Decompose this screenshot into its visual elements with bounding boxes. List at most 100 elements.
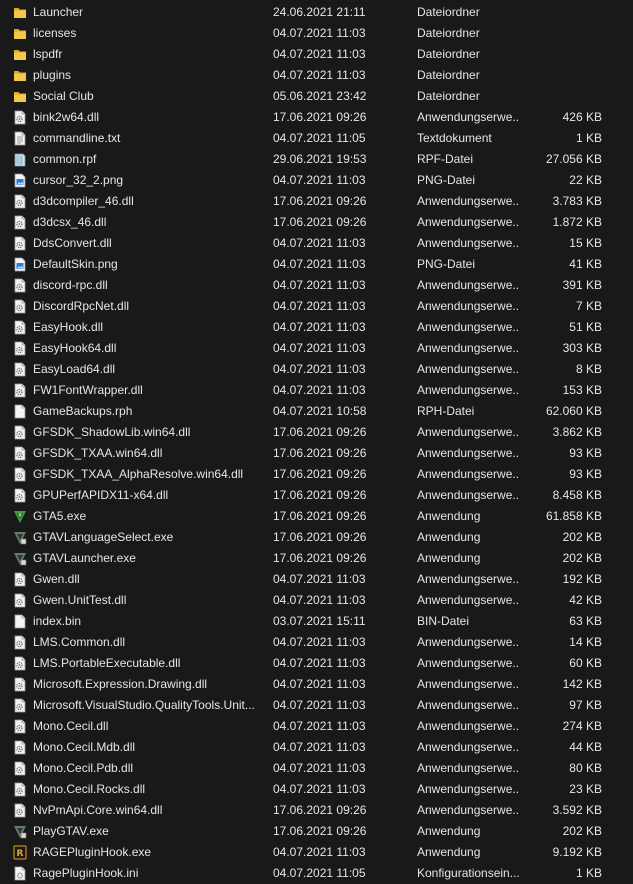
file-row[interactable]: R RAGEPluginHook.exe 04.07.2021 11:03 An… (0, 842, 633, 863)
file-name[interactable]: Microsoft.Expression.Drawing.dll (33, 674, 265, 695)
file-row[interactable]: GTAVLanguageSelect.exe 17.06.2021 09:26 … (0, 527, 633, 548)
file-row[interactable]: discord-rpc.dll 04.07.2021 11:03 Anwendu… (0, 275, 633, 296)
file-row[interactable]: Mono.Cecil.Mdb.dll 04.07.2021 11:03 Anwe… (0, 737, 633, 758)
file-row[interactable]: GPUPerfAPIDX11-x64.dll 17.06.2021 09:26 … (0, 485, 633, 506)
file-name[interactable]: d3dcsx_46.dll (33, 212, 265, 233)
file-type: Anwendungserwe... (417, 278, 520, 292)
file-date: 04.07.2021 11:03 (273, 26, 366, 40)
file-name[interactable]: commandline.txt (33, 128, 265, 149)
file-row[interactable]: GFSDK_TXAA_AlphaResolve.win64.dll 17.06.… (0, 464, 633, 485)
file-date: 04.07.2021 11:03 (273, 761, 366, 775)
file-size: 23 KB (569, 782, 602, 796)
file-name[interactable]: licenses (33, 23, 265, 44)
dll-file-icon (13, 320, 27, 335)
file-row[interactable]: lspdfr 04.07.2021 11:03 Dateiordner (0, 44, 633, 65)
file-size: 51 KB (569, 320, 602, 334)
file-name[interactable]: cursor_32_2.png (33, 170, 265, 191)
file-row[interactable]: NvPmApi.Core.win64.dll 17.06.2021 09:26 … (0, 800, 633, 821)
file-row[interactable]: V GTA5.exe 17.06.2021 09:26 Anwendung 61… (0, 506, 633, 527)
file-row[interactable]: EasyLoad64.dll 04.07.2021 11:03 Anwendun… (0, 359, 633, 380)
file-name[interactable]: d3dcompiler_46.dll (33, 191, 265, 212)
file-row[interactable]: RagePluginHook.ini 04.07.2021 11:05 Konf… (0, 863, 633, 884)
file-name[interactable]: GFSDK_ShadowLib.win64.dll (33, 422, 265, 443)
file-name[interactable]: EasyHook.dll (33, 317, 265, 338)
file-row[interactable]: cursor_32_2.png 04.07.2021 11:03 PNG-Dat… (0, 170, 633, 191)
file-row[interactable]: PlayGTAV.exe 17.06.2021 09:26 Anwendung … (0, 821, 633, 842)
file-row[interactable]: FW1FontWrapper.dll 04.07.2021 11:03 Anwe… (0, 380, 633, 401)
file-name[interactable]: GFSDK_TXAA.win64.dll (33, 443, 265, 464)
file-row[interactable]: EasyHook.dll 04.07.2021 11:03 Anwendungs… (0, 317, 633, 338)
file-type: Anwendungserwe... (417, 299, 520, 313)
file-row[interactable]: Microsoft.VisualStudio.QualityTools.Unit… (0, 695, 633, 716)
file-name[interactable]: GPUPerfAPIDX11-x64.dll (33, 485, 265, 506)
file-row[interactable]: index.bin 03.07.2021 15:11 BIN-Datei 63 … (0, 611, 633, 632)
file-name[interactable]: RAGEPluginHook.exe (33, 842, 265, 863)
file-row[interactable]: d3dcsx_46.dll 17.06.2021 09:26 Anwendung… (0, 212, 633, 233)
file-name[interactable]: Microsoft.VisualStudio.QualityTools.Unit… (33, 695, 265, 716)
file-row[interactable]: Mono.Cecil.dll 04.07.2021 11:03 Anwendun… (0, 716, 633, 737)
file-name[interactable]: index.bin (33, 611, 265, 632)
file-row[interactable]: Mono.Cecil.Rocks.dll 04.07.2021 11:03 An… (0, 779, 633, 800)
file-row[interactable]: LMS.PortableExecutable.dll 04.07.2021 11… (0, 653, 633, 674)
file-name[interactable]: Mono.Cecil.Mdb.dll (33, 737, 265, 758)
file-name[interactable]: NvPmApi.Core.win64.dll (33, 800, 265, 821)
file-name[interactable]: Gwen.dll (33, 569, 265, 590)
file-name[interactable]: DefaultSkin.png (33, 254, 265, 275)
file-row[interactable]: GFSDK_TXAA.win64.dll 17.06.2021 09:26 An… (0, 443, 633, 464)
file-row[interactable]: GFSDK_ShadowLib.win64.dll 17.06.2021 09:… (0, 422, 633, 443)
file-name[interactable]: Social Club (33, 86, 265, 107)
file-row[interactable]: bink2w64.dll 17.06.2021 09:26 Anwendungs… (0, 107, 633, 128)
file-name[interactable]: GTAVLanguageSelect.exe (33, 527, 265, 548)
file-name[interactable]: RagePluginHook.ini (33, 863, 265, 884)
file-row[interactable]: LMS.Common.dll 04.07.2021 11:03 Anwendun… (0, 632, 633, 653)
file-date: 24.06.2021 21:11 (273, 5, 366, 19)
file-row[interactable]: DiscordRpcNet.dll 04.07.2021 11:03 Anwen… (0, 296, 633, 317)
file-name[interactable]: GTA5.exe (33, 506, 265, 527)
file-name[interactable]: bink2w64.dll (33, 107, 265, 128)
file-type: Anwendungserwe... (417, 572, 520, 586)
file-name[interactable]: Mono.Cecil.dll (33, 716, 265, 737)
file-name[interactable]: Mono.Cecil.Pdb.dll (33, 758, 265, 779)
file-size: 202 KB (562, 824, 602, 838)
file-row[interactable]: commandline.txt 04.07.2021 11:05 Textdok… (0, 128, 633, 149)
file-row[interactable]: GTAVLauncher.exe 17.06.2021 09:26 Anwend… (0, 548, 633, 569)
file-row[interactable]: common.rpf 29.06.2021 19:53 RPF-Datei 27… (0, 149, 633, 170)
file-name[interactable]: Launcher (33, 2, 265, 23)
file-row[interactable]: d3dcompiler_46.dll 17.06.2021 09:26 Anwe… (0, 191, 633, 212)
file-row[interactable]: Microsoft.Expression.Drawing.dll 04.07.2… (0, 674, 633, 695)
file-row[interactable]: Gwen.UnitTest.dll 04.07.2021 11:03 Anwen… (0, 590, 633, 611)
file-name[interactable]: GameBackups.rph (33, 401, 265, 422)
file-name[interactable]: FW1FontWrapper.dll (33, 380, 265, 401)
file-row[interactable]: Launcher 24.06.2021 21:11 Dateiordner (0, 2, 633, 23)
file-name[interactable]: GTAVLauncher.exe (33, 548, 265, 569)
file-name[interactable]: LMS.Common.dll (33, 632, 265, 653)
file-name[interactable]: PlayGTAV.exe (33, 821, 265, 842)
file-size: 192 KB (562, 572, 602, 586)
file-row[interactable]: DdsConvert.dll 04.07.2021 11:03 Anwendun… (0, 233, 633, 254)
file-name[interactable]: discord-rpc.dll (33, 275, 265, 296)
file-name[interactable]: EasyLoad64.dll (33, 359, 265, 380)
dll-file-icon (13, 194, 27, 209)
file-name[interactable]: LMS.PortableExecutable.dll (33, 653, 265, 674)
file-name[interactable]: common.rpf (33, 149, 265, 170)
file-row[interactable]: DefaultSkin.png 04.07.2021 11:03 PNG-Dat… (0, 254, 633, 275)
file-name[interactable]: lspdfr (33, 44, 265, 65)
file-name[interactable]: Gwen.UnitTest.dll (33, 590, 265, 611)
file-name[interactable]: plugins (33, 65, 265, 86)
file-row[interactable]: plugins 04.07.2021 11:03 Dateiordner (0, 65, 633, 86)
file-row[interactable]: Mono.Cecil.Pdb.dll 04.07.2021 11:03 Anwe… (0, 758, 633, 779)
file-row[interactable]: GameBackups.rph 04.07.2021 10:58 RPH-Dat… (0, 401, 633, 422)
file-size: 93 KB (569, 467, 602, 481)
file-row[interactable]: licenses 04.07.2021 11:03 Dateiordner (0, 23, 633, 44)
file-date: 04.07.2021 11:03 (273, 257, 366, 271)
file-name[interactable]: DiscordRpcNet.dll (33, 296, 265, 317)
file-row[interactable]: EasyHook64.dll 04.07.2021 11:03 Anwendun… (0, 338, 633, 359)
dll-file-icon (13, 782, 27, 797)
file-row[interactable]: Social Club 05.06.2021 23:42 Dateiordner (0, 86, 633, 107)
file-name[interactable]: Mono.Cecil.Rocks.dll (33, 779, 265, 800)
file-row[interactable]: Gwen.dll 04.07.2021 11:03 Anwendungserwe… (0, 569, 633, 590)
file-name[interactable]: GFSDK_TXAA_AlphaResolve.win64.dll (33, 464, 265, 485)
file-name[interactable]: EasyHook64.dll (33, 338, 265, 359)
file-date: 17.06.2021 09:26 (273, 530, 367, 544)
file-name[interactable]: DdsConvert.dll (33, 233, 265, 254)
